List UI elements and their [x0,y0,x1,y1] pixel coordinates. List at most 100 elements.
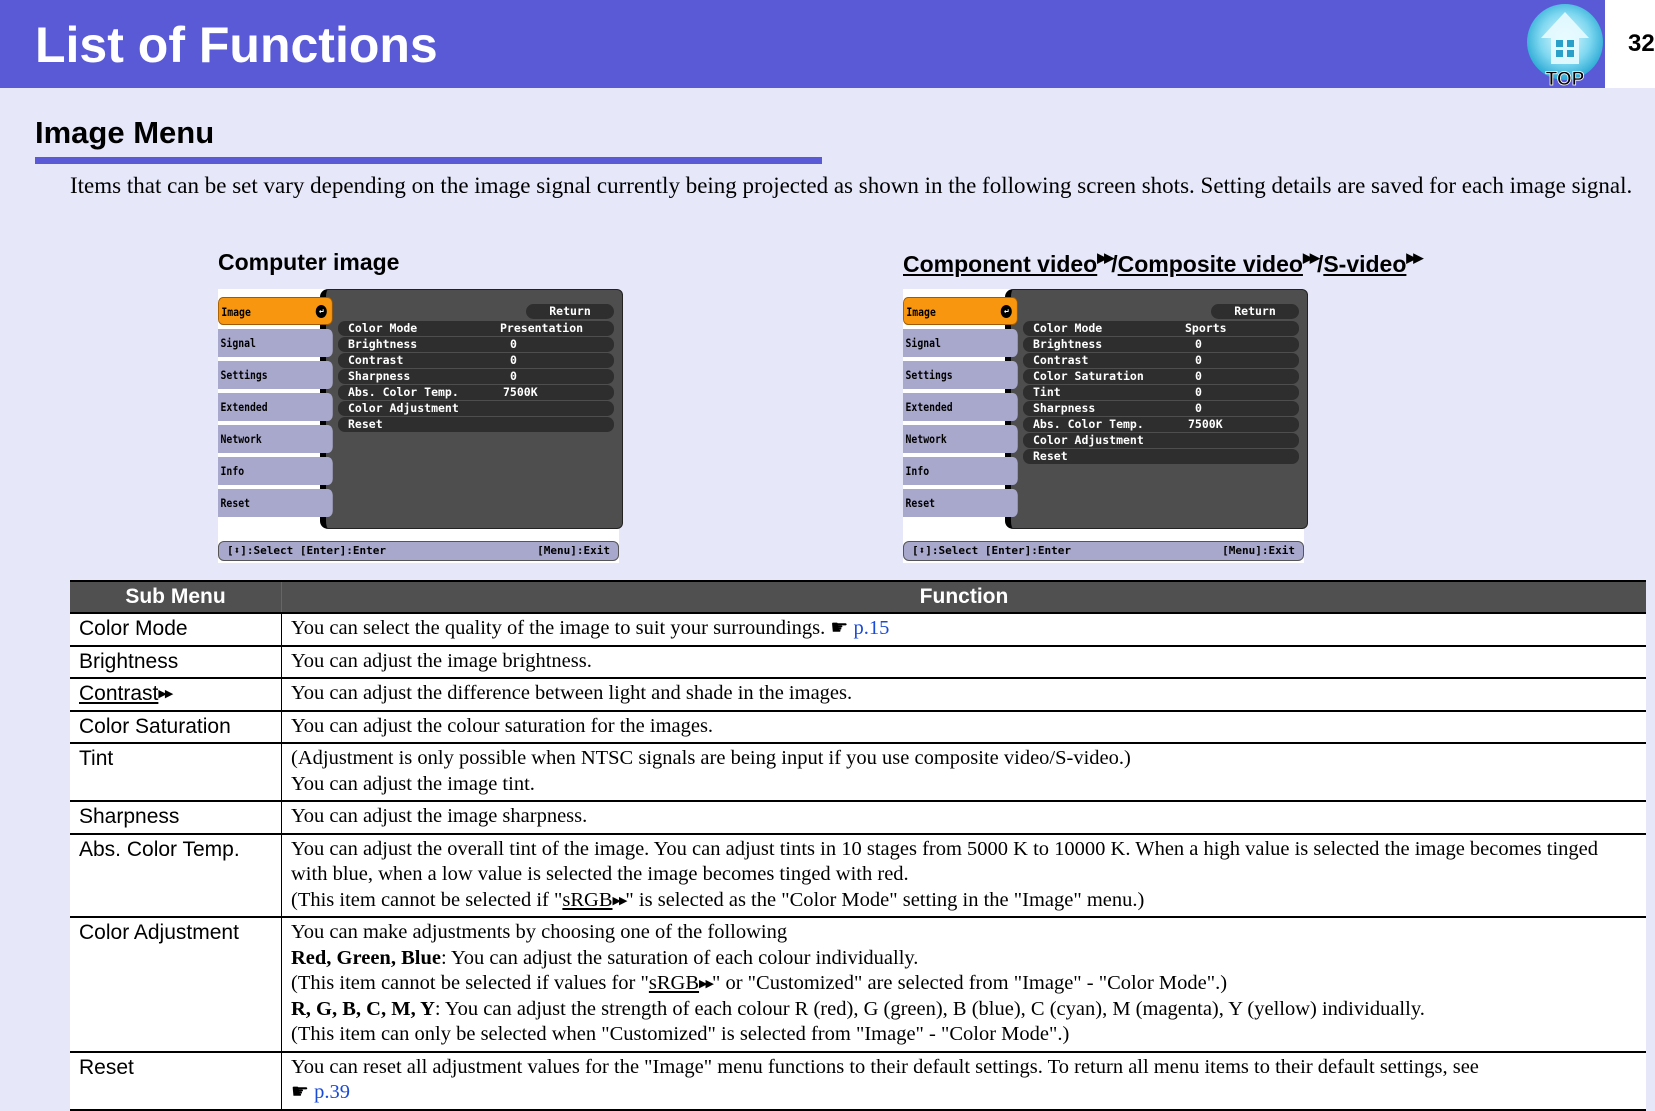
menu-item: Color Adjustment [1023,433,1299,448]
menu-panel: Return Color Mode Presentation Brightness… [320,289,623,529]
function-cell: You can adjust the image brightness. [281,644,1646,678]
menu-item: Tint 0 [1023,385,1299,400]
xref-link-p15[interactable]: p.15 [853,617,889,639]
menu-item: Abs. Color Temp. 7500K [1023,417,1299,432]
menu-tabs: Image ↵ Signal Settings Extended Network … [218,297,333,521]
page-number: 32 [1628,30,1655,57]
component-video-link[interactable]: Component video [903,251,1097,277]
menu-tab-settings: Settings [903,361,1018,389]
function-cell: (Adjustment is only possible when NTSC s… [281,742,1646,801]
glossary-arrow-icon: ▶▶ [1302,250,1320,265]
menu-footer-bar: [⬍]:Select [Enter]:Enter [Menu]:Exit [903,541,1304,561]
composite-video-link[interactable]: Composite video [1118,251,1303,277]
menu-tab-image: Image ↵ [218,297,333,325]
menu-tab-reset: Reset [903,489,1018,517]
page-title: List of Functions [35,17,438,73]
svg-text:TOP: TOP [1546,69,1585,88]
menu-tab-network: Network [218,425,333,453]
computer-image-heading: Computer image [218,249,400,275]
table-row: Color Mode You can select the quality of… [70,612,1646,646]
sub-menu-cell: Color Mode [70,612,282,646]
function-cell: You can reset all adjustment values for … [281,1050,1646,1111]
function-cell: You can make adjustments by choosing one… [281,916,1646,1052]
table-row: Sharpness You can adjust the image sharp… [70,800,1646,834]
menu-tab-extended: Extended [218,393,333,421]
header-bar: List of Functions [0,0,1605,88]
table-row: Contrast▶▶ You can adjust the difference… [70,677,1646,711]
return-label: Return [1211,304,1299,319]
glossary-arrow-icon: ▶▶ [158,687,173,700]
glossary-arrow-icon: ▶▶ [699,977,714,990]
menu-item: Contrast 0 [1023,353,1299,368]
sub-menu-cell: Sharpness [70,800,282,834]
section-divider [35,157,822,164]
function-table: Sub Menu Function Color Mode You can sel… [70,580,1646,1111]
menu-panel: Return Color Mode Sports Brightness 0 Cont… [1005,289,1308,529]
column-header-function: Function [281,580,1646,613]
srgb-glossary-link[interactable]: sRGB [649,972,699,994]
menu-item: Sharpness 0 [338,369,614,384]
table-row: Color Adjustment You can make adjustment… [70,916,1646,1052]
table-row: Tint (Adjustment is only possible when N… [70,742,1646,801]
menu-tab-signal: Signal [903,329,1018,357]
menu-tab-settings: Settings [218,361,333,389]
menu-tab-image: Image ↵ [903,297,1018,325]
function-cell: You can adjust the colour saturation for… [281,709,1646,743]
menu-item: Reset [1023,449,1299,464]
sub-menu-cell: Brightness [70,644,282,678]
menu-item: Color Mode Presentation [338,321,614,336]
menu-tab-reset: Reset [218,489,333,517]
table-header-row: Sub Menu Function [70,580,1646,613]
video-heading: Component video▶▶/Composite video▶▶/S-vi… [903,250,1423,277]
function-cell: You can select the quality of the image … [281,612,1646,646]
table-row: Brightness You can adjust the image brig… [70,644,1646,678]
return-label: Return [526,304,614,319]
xref-link-p39[interactable]: p.39 [314,1081,350,1103]
column-header-sub-menu: Sub Menu [70,580,282,613]
menu-tab-signal: Signal [218,329,333,357]
menu-item: Color Adjustment [338,401,614,416]
function-cell: You can adjust the overall tint of the i… [281,832,1646,917]
intro-paragraph: Items that can be set vary depending on … [70,173,1633,198]
menu-item: Sharpness 0 [1023,401,1299,416]
enter-icon: ↵ [1000,305,1012,318]
function-cell: You can adjust the difference between li… [281,677,1646,711]
menu-tab-info: Info [218,457,333,485]
sub-menu-cell: Reset [70,1050,282,1111]
contrast-glossary-link[interactable]: Contrast [79,682,158,705]
glossary-arrow-icon: ▶▶ [1406,250,1423,265]
sub-menu-cell: Color Adjustment [70,916,282,1052]
menu-tabs: Image ↵ Signal Settings Extended Network … [903,297,1018,521]
menu-tab-info: Info [903,457,1018,485]
glossary-arrow-icon: ▶▶ [612,893,628,907]
srgb-glossary-link[interactable]: sRGB [562,889,612,911]
sub-menu-cell: Abs. Color Temp. [70,832,282,917]
s-video-link[interactable]: S-video [1323,251,1406,277]
menu-item: Contrast 0 [338,353,614,368]
hand-pointer-icon: ☛ [291,1081,309,1103]
home-top-icon: TOP [1527,4,1603,90]
menu-item: Abs. Color Temp. 7500K [338,385,614,400]
computer-menu-screenshot: Return Color Mode Presentation Brightness… [218,289,623,563]
enter-icon: ↵ [315,305,327,318]
sub-menu-cell: Color Saturation [70,709,282,743]
hand-pointer-icon: ☛ [830,617,849,639]
menu-item: Reset [338,417,614,432]
menu-tab-extended: Extended [903,393,1018,421]
table-row: Abs. Color Temp. You can adjust the over… [70,832,1646,917]
top-button[interactable]: TOP [1523,2,1607,90]
table-row: Reset You can reset all adjustment value… [70,1050,1646,1111]
section-title: Image Menu [35,115,215,150]
video-menu-screenshot: Return Color Mode Sports Brightness 0 Cont… [903,289,1308,563]
menu-tab-network: Network [903,425,1018,453]
menu-item: Color Saturation 0 [1023,369,1299,384]
sub-menu-cell: Tint [70,742,282,801]
glossary-arrow-icon: ▶▶ [1097,250,1114,265]
menu-item: Brightness 0 [338,337,614,352]
table-row: Color Saturation You can adjust the colo… [70,709,1646,743]
menu-item: Brightness 0 [1023,337,1299,352]
menu-footer-bar: [⬍]:Select [Enter]:Enter [Menu]:Exit [218,541,619,561]
sub-menu-cell: Contrast▶▶ [70,677,282,711]
menu-item: Color Mode Sports [1023,321,1299,336]
function-cell: You can adjust the image sharpness. [281,800,1646,834]
